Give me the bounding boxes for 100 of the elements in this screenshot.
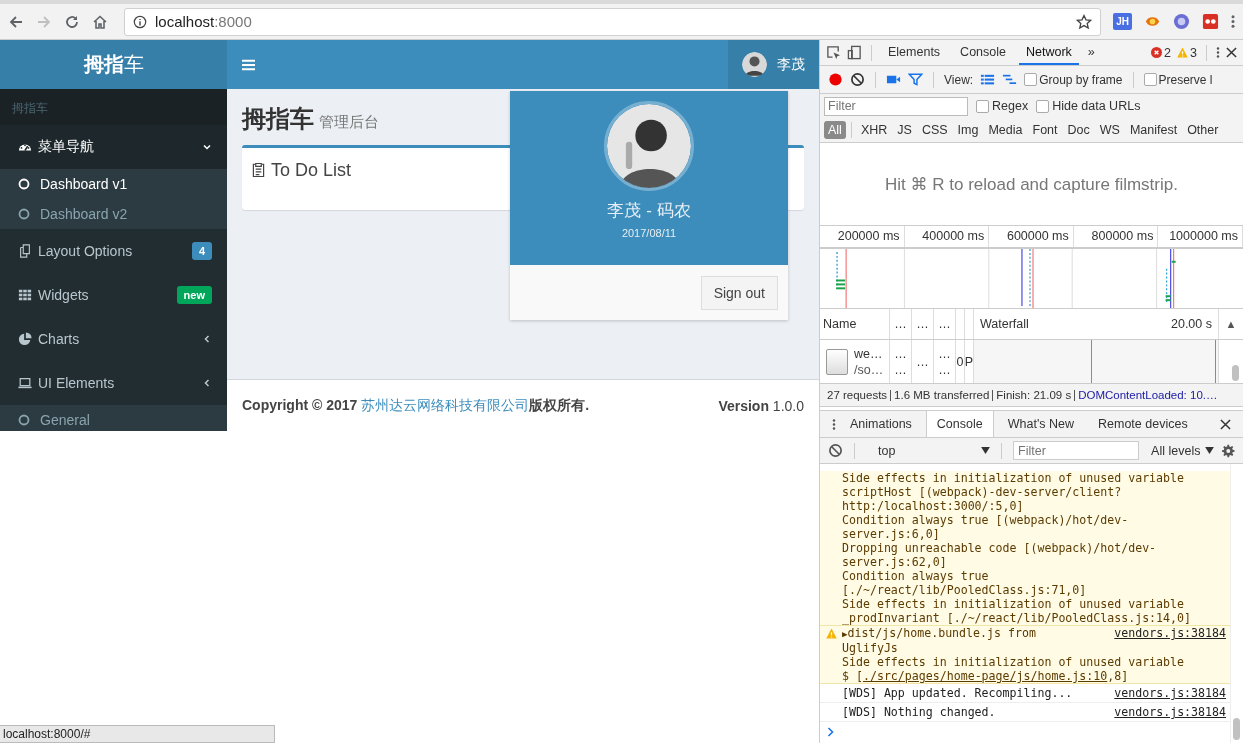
drawer-tab[interactable]: What's New bbox=[997, 411, 1084, 437]
sign-out-button[interactable]: Sign out bbox=[700, 275, 778, 310]
column-header[interactable]: … bbox=[912, 309, 934, 339]
clear-icon[interactable] bbox=[828, 443, 843, 458]
list-view-icon[interactable] bbox=[980, 72, 996, 87]
close-icon[interactable] bbox=[1226, 47, 1237, 58]
sidebar-item[interactable]: Layout Options 4 bbox=[0, 229, 227, 273]
menu-icon[interactable] bbox=[242, 58, 255, 71]
clear-icon[interactable] bbox=[850, 72, 865, 87]
more-icon[interactable] bbox=[832, 417, 836, 431]
view-label: View: bbox=[944, 72, 974, 87]
sidebar-subitem[interactable]: Dashboard v2 bbox=[0, 199, 227, 229]
type-filter-button[interactable]: Other bbox=[1183, 121, 1223, 139]
panel-tab[interactable]: Elements bbox=[881, 40, 948, 65]
circle-icon bbox=[18, 178, 30, 190]
extension-icon[interactable] bbox=[1202, 13, 1219, 30]
filmstrip-hint: Hit ⌘ R to reload and capture filmstrip. bbox=[885, 173, 1178, 195]
waterfall-view-icon[interactable] bbox=[1002, 72, 1018, 87]
type-filter-button[interactable]: Manifest bbox=[1125, 121, 1182, 139]
record-icon[interactable] bbox=[828, 72, 843, 87]
scrollbar-thumb[interactable] bbox=[1233, 718, 1240, 740]
back-icon[interactable] bbox=[8, 13, 24, 30]
company-link[interactable]: 苏州达云网络科技有限公司 bbox=[361, 396, 530, 413]
reload-icon[interactable] bbox=[64, 13, 80, 30]
tick-label: 800000 ms bbox=[1073, 226, 1159, 247]
type-filter-button[interactable]: XHR bbox=[856, 121, 892, 139]
sort-indicator[interactable]: ▲ bbox=[1219, 309, 1243, 339]
drawer-tab[interactable]: Animations bbox=[840, 411, 922, 437]
context-select[interactable]: top bbox=[866, 443, 991, 458]
column-header[interactable]: … bbox=[934, 309, 956, 339]
tick-label: 400000 ms bbox=[904, 226, 990, 247]
settings-icon[interactable] bbox=[1222, 443, 1235, 458]
type-filter-button[interactable]: Font bbox=[1028, 121, 1062, 139]
url-text: localhost:8000 bbox=[155, 13, 253, 30]
time-scale-label: 20.00 s bbox=[1171, 317, 1212, 331]
scrollbar-thumb[interactable] bbox=[1232, 365, 1239, 381]
filter-field[interactable]: Filter bbox=[1013, 441, 1140, 460]
filter-field[interactable]: Filter bbox=[824, 96, 968, 116]
checkbox[interactable] bbox=[1024, 73, 1038, 86]
table-cell: … bbox=[938, 345, 951, 362]
summary-text: 1.6 MB transferred bbox=[890, 389, 993, 401]
column-header[interactable]: … bbox=[890, 309, 912, 339]
star-icon[interactable] bbox=[1076, 13, 1093, 30]
checkbox[interactable] bbox=[1036, 99, 1050, 113]
source-link[interactable]: vendors.js:38184 bbox=[1108, 626, 1226, 640]
caret-icon bbox=[981, 447, 991, 454]
sidebar-subitem[interactable]: General bbox=[0, 405, 227, 431]
levels-dropdown[interactable]: All levels bbox=[1151, 443, 1215, 458]
column-header[interactable]: Name bbox=[820, 309, 890, 339]
close-icon[interactable] bbox=[1220, 418, 1231, 430]
more-tabs-button[interactable]: » bbox=[1084, 40, 1098, 65]
card-title: To Do List bbox=[271, 160, 352, 181]
type-filter-button[interactable]: Img bbox=[953, 121, 983, 139]
address-bar[interactable]: localhost:8000 bbox=[124, 7, 1102, 36]
type-filter-button[interactable]: JS bbox=[893, 121, 916, 139]
device-icon[interactable] bbox=[847, 45, 862, 60]
console-message-text: UglifyJs Side effects in initialization of unused variable $ [./src/pages/home-page/js/home.js:10,8] bbox=[842, 641, 1185, 683]
table-cell: … bbox=[894, 345, 907, 362]
prompt-icon[interactable] bbox=[827, 727, 835, 737]
type-filter-button[interactable]: WS bbox=[1095, 121, 1124, 139]
filter-icon[interactable] bbox=[908, 72, 923, 87]
type-filter-button[interactable]: Doc bbox=[1063, 121, 1094, 139]
inspect-icon[interactable] bbox=[826, 45, 841, 60]
type-filter-button[interactable]: CSS bbox=[917, 121, 952, 139]
count-badge: 4 bbox=[191, 242, 212, 260]
column-header[interactable]: Waterfall bbox=[980, 317, 1029, 331]
user-menu-button[interactable]: 李茂 bbox=[728, 40, 819, 89]
file-link[interactable]: ./src/pages/home-page/js/home.js:10 bbox=[862, 669, 1108, 683]
tick-label: 1000000 ms bbox=[1158, 226, 1243, 247]
logo-text: 拇指车 bbox=[0, 40, 227, 89]
more-icon[interactable] bbox=[1216, 46, 1220, 59]
console-message-text: ▶dist/js/home.bundle.js from bbox=[842, 626, 1036, 641]
sidebar-item[interactable]: 菜单导航 bbox=[0, 125, 227, 169]
source-link[interactable]: vendors.js:38184 bbox=[1108, 686, 1226, 700]
checkbox[interactable] bbox=[976, 99, 989, 113]
drawer-tab[interactable]: Remote devices bbox=[1088, 411, 1198, 437]
table-cell: we… bbox=[854, 345, 884, 362]
extension-button[interactable]: JH bbox=[1113, 13, 1132, 30]
checkbox[interactable] bbox=[1143, 73, 1157, 86]
console-message-text: [WDS] Nothing changed. bbox=[842, 705, 996, 719]
count-badge: new bbox=[176, 286, 212, 304]
dom-loaded-text: DOMContentLoaded: 10.… bbox=[1074, 389, 1221, 401]
grid-icon bbox=[18, 288, 32, 302]
sidebar-item[interactable]: Widgets new bbox=[0, 273, 227, 317]
home-icon[interactable] bbox=[92, 13, 108, 30]
extension-icon[interactable] bbox=[1173, 13, 1190, 30]
circle-icon bbox=[18, 414, 30, 426]
source-link[interactable]: vendors.js:38184 bbox=[1108, 705, 1226, 719]
sidebar-item[interactable]: Charts bbox=[0, 317, 227, 361]
panel-tab[interactable]: Console bbox=[953, 40, 1013, 65]
expand-toggle[interactable]: ▶ bbox=[842, 629, 848, 639]
page-title: 拇指车 bbox=[242, 104, 314, 134]
timing-line bbox=[1215, 340, 1216, 383]
sidebar-subitem[interactable]: Dashboard v1 bbox=[0, 169, 227, 199]
caret-icon bbox=[1205, 447, 1215, 454]
type-filter-button[interactable]: Media bbox=[984, 121, 1027, 139]
drawer-tab[interactable]: Console bbox=[925, 411, 994, 437]
sidebar-item[interactable]: UI Elements bbox=[0, 361, 227, 405]
table-cell: /so… bbox=[854, 361, 884, 378]
more-icon[interactable] bbox=[1231, 14, 1235, 29]
